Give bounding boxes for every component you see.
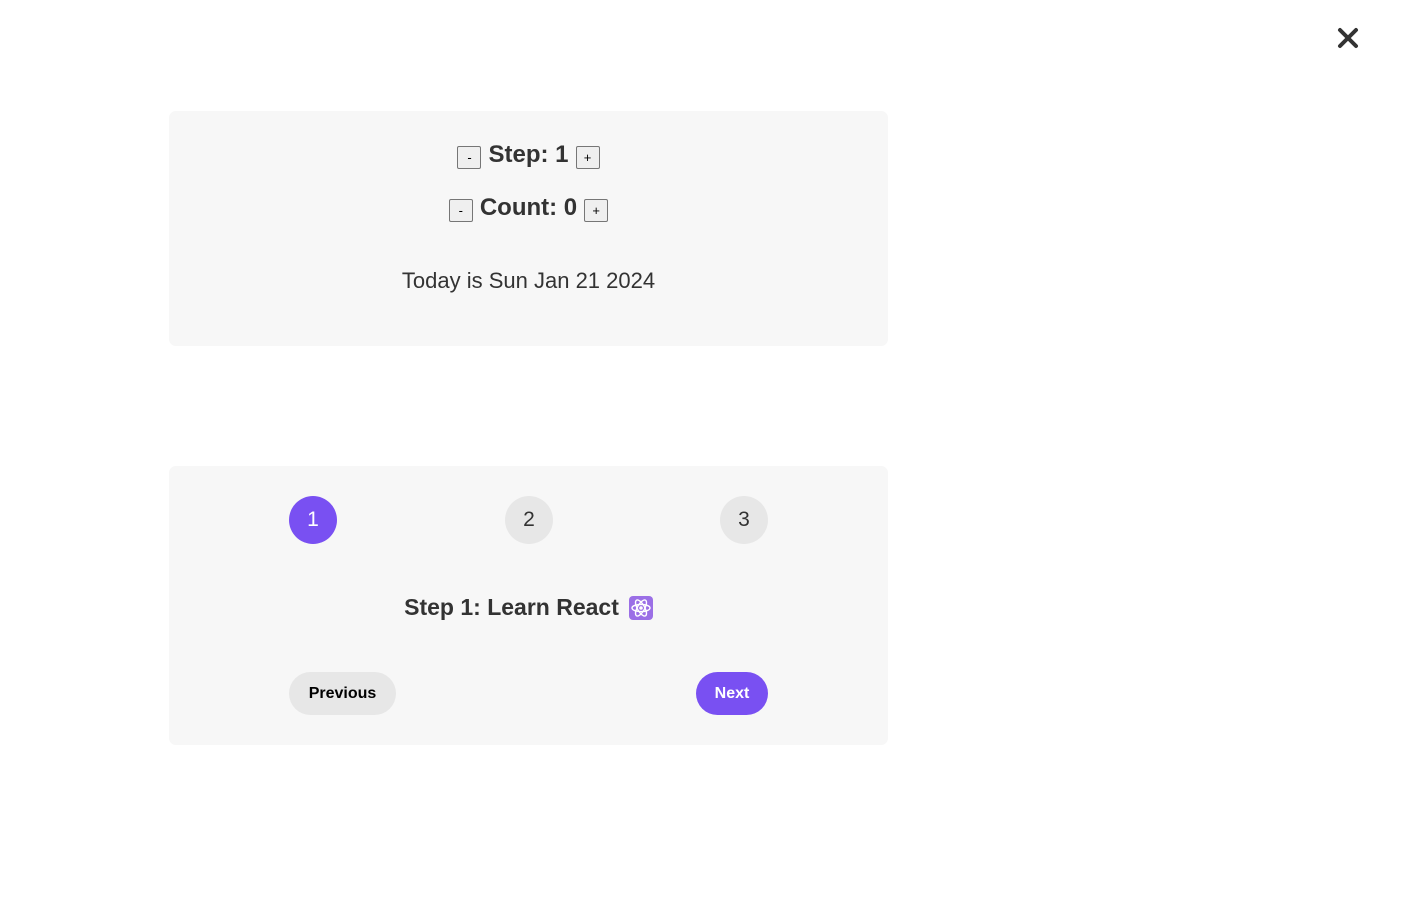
step-row: - Step: 1 +	[169, 141, 888, 169]
close-icon	[1338, 28, 1358, 48]
count-increment-button[interactable]: +	[584, 198, 609, 222]
step-circle-3[interactable]: 3	[720, 496, 768, 544]
step-message: Step 1: Learn React	[169, 594, 888, 621]
count-decrement-button[interactable]: -	[448, 198, 473, 222]
step-message-text: Step 1: Learn React	[404, 594, 619, 620]
step-circle-2[interactable]: 2	[505, 496, 553, 544]
counter-card: - Step: 1 + - Count: 0 + Today is Sun Ja…	[169, 111, 888, 346]
step-decrement-button[interactable]: -	[457, 145, 482, 169]
steps-card: 1 2 3 Step 1: Learn React Previous Next	[169, 466, 888, 745]
atom-icon	[628, 595, 653, 620]
count-row: - Count: 0 +	[169, 194, 888, 222]
step-value: Step: 1	[488, 141, 569, 168]
next-button[interactable]: Next	[696, 672, 768, 715]
step-increment-button[interactable]: +	[575, 145, 600, 169]
count-value: Count: 0	[479, 194, 578, 221]
close-button[interactable]	[1330, 22, 1366, 58]
previous-button[interactable]: Previous	[289, 672, 396, 715]
page: - Step: 1 + - Count: 0 + Today is Sun Ja…	[0, 0, 1402, 903]
step-circle-1[interactable]: 1	[289, 496, 337, 544]
date-text: Today is Sun Jan 21 2024	[401, 268, 656, 293]
